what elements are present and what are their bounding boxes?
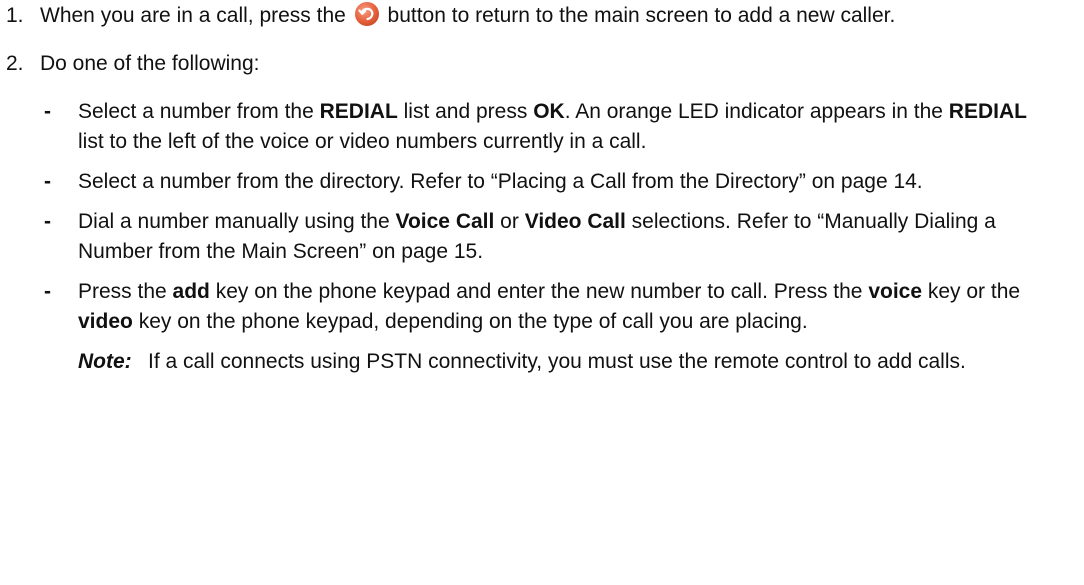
bold-term: OK [533,100,565,123]
text-run: Select a number from the [78,100,320,123]
bold-term: voice [868,280,923,303]
text-run: list and press [397,100,534,123]
list-item: - Select a number from the REDIAL list a… [0,97,1084,157]
note-label: Note: [78,350,132,373]
text-run: key on the phone keypad and enter the ne… [209,280,869,303]
text-run: or [494,210,525,233]
list-item: - Dial a number manually using the Voice… [0,207,1084,267]
list-dash: - [44,280,51,303]
bold-term: Voice Call [395,210,495,233]
text-run: Select a number from the directory. Refe… [78,170,923,193]
step-2: 2. Do one of the following: [0,49,1084,79]
bold-term: add [172,280,210,303]
text-run: key on the phone keypad, depending on th… [132,310,808,333]
step-1-text-before: When you are in a call, press the [40,4,346,27]
text-run: list to the left of the voice or video n… [78,130,647,153]
text-run: . An orange LED indicator appears in the [564,100,949,123]
text-run: Dial a number manually using the [78,210,396,233]
note-text: If a call connects using PSTN connectivi… [148,350,966,373]
bold-term: Video Call [524,210,626,233]
step-2-text: Do one of the following: [40,52,260,75]
step-1: 1. When you are in a call, press the but… [0,1,1084,31]
options-list: - Select a number from the REDIAL list a… [0,97,1084,377]
text-run: key or the [922,280,1021,303]
step-number: 2. [6,52,24,75]
back-arrow-icon [354,2,379,26]
step-1-text-after: button to return to the main screen to a… [387,4,896,27]
list-item: - Press the add key on the phone keypad … [0,277,1084,337]
list-dash: - [44,210,51,233]
list-dash: - [44,170,51,193]
step-number: 1. [6,4,24,27]
text-run: Press the [78,280,173,303]
bold-term: video [78,310,133,333]
note-block: Note: If a call connects using PSTN conn… [0,347,1084,377]
document-page: 1. When you are in a call, press the but… [0,0,1084,377]
bold-term: REDIAL [319,100,398,123]
list-item: - Select a number from the directory. Re… [0,167,1084,197]
list-dash: - [44,100,51,123]
bold-term: REDIAL [948,100,1027,123]
